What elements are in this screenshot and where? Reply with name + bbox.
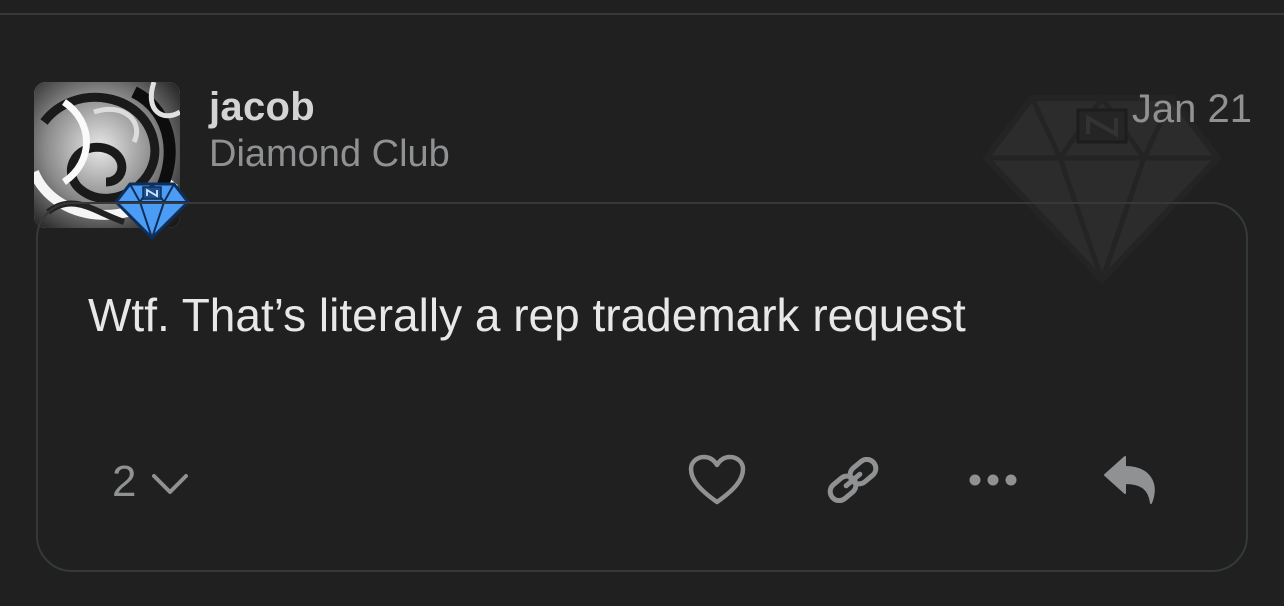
post-body: Wtf. That’s literally a rep trademark re… xyxy=(88,289,966,341)
reply-icon xyxy=(1101,453,1161,512)
chevron-down-icon xyxy=(150,457,190,507)
reply-button[interactable] xyxy=(1096,452,1166,512)
show-replies-button[interactable]: 2 xyxy=(112,452,190,512)
more-actions-button[interactable] xyxy=(958,452,1028,512)
username[interactable]: jacob xyxy=(209,84,315,130)
ellipsis-icon xyxy=(968,473,1018,492)
like-button[interactable] xyxy=(682,452,752,512)
heart-icon xyxy=(688,454,746,511)
post-date[interactable]: Jan 21 xyxy=(1132,86,1252,132)
user-title: Diamond Club xyxy=(209,133,450,175)
share-link-button[interactable] xyxy=(818,452,888,512)
reply-count: 2 xyxy=(112,457,137,506)
post-card xyxy=(36,202,1248,572)
link-icon xyxy=(826,456,880,508)
post: jacob Diamond Club Jan 21 Wtf. That’s li… xyxy=(0,0,1284,606)
